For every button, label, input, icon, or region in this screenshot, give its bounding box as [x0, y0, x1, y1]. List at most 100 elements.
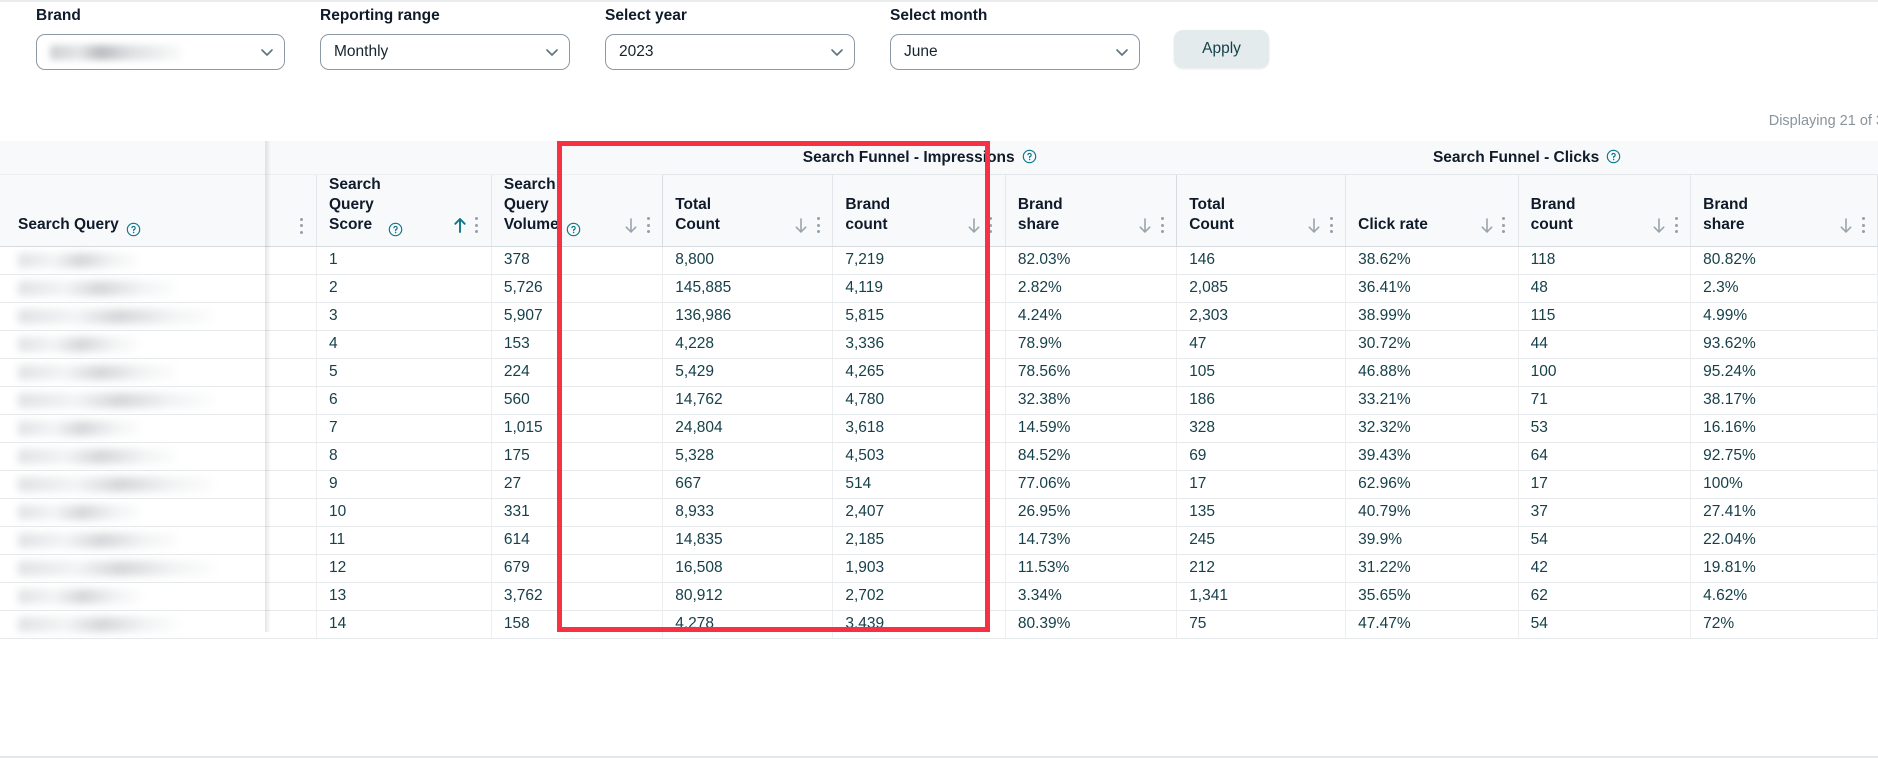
cell-imp-total: 145,885 [662, 274, 834, 303]
info-circle-icon[interactable] [1606, 149, 1621, 164]
cell-clk-total: 105 [1176, 358, 1347, 387]
search-query-value-redacted [18, 532, 178, 548]
column-header-search-query[interactable]: Search Query [0, 174, 317, 247]
arrow-down-icon[interactable] [1479, 217, 1495, 234]
kebab-menu-icon[interactable] [816, 217, 820, 233]
table-group-header-row: Search Funnel - Impressions Search Funnel… [0, 141, 1878, 175]
kebab-menu-icon[interactable] [646, 217, 650, 233]
table-row[interactable]: 3 5,907 136,986 5,815 4.24% 2,303 38.99% 115 4.9… [0, 302, 1878, 331]
column-header-label: Search Query [18, 215, 119, 233]
arrow-down-icon[interactable] [1838, 217, 1854, 234]
arrow-down-icon[interactable] [1306, 217, 1322, 234]
table-row[interactable]: 14 158 4,278 3,439 80.39% 75 47.47% 54 72% [0, 610, 1878, 639]
info-circle-icon[interactable] [388, 222, 403, 237]
cell-clk-brand-count: 53 [1518, 414, 1692, 443]
arrow-down-icon[interactable] [1651, 217, 1667, 234]
table-row[interactable]: 11 614 14,835 2,185 14.73% 245 39.9% 54 22.04% [0, 526, 1878, 555]
column-header-inner: Search Query Volume [503, 175, 650, 237]
column-header-inner: Total Count [675, 195, 820, 235]
kebab-menu-icon[interactable] [475, 217, 479, 233]
table-row[interactable]: 9 27 667 514 77.06% 17 62.96% 17 100% [0, 470, 1878, 499]
info-circle-icon[interactable] [126, 222, 141, 237]
apply-button[interactable]: Apply [1174, 30, 1269, 68]
table-row[interactable]: 1 378 8,800 7,219 82.03% 146 38.62% 118 80.82% [0, 246, 1878, 275]
column-header-click-rate[interactable]: Click rate [1345, 174, 1519, 247]
column-header-inner: Brand count [845, 195, 993, 235]
column-header-sq-score[interactable]: Search Query Score [316, 174, 492, 247]
kebab-menu-icon[interactable] [1861, 217, 1865, 233]
table-row[interactable]: 6 560 14,762 4,780 32.38% 186 33.21% 71 38.17% [0, 386, 1878, 415]
cell-search-query [0, 554, 317, 583]
search-query-value-redacted [18, 504, 141, 520]
cell-click-rate: 47.47% [1345, 610, 1519, 639]
cell-imp-total: 667 [662, 470, 834, 499]
column-header-label: Search Query Volume [503, 175, 559, 233]
table-row[interactable]: 13 3,762 80,912 2,702 3.34% 1,341 35.65% 62 4.62… [0, 582, 1878, 611]
kebab-menu-icon[interactable] [989, 217, 993, 233]
table-group-header-search-funnel-impressions: Search Funnel - Impressions [662, 141, 1177, 175]
column-header-controls [966, 217, 993, 235]
cell-clk-total: 1,341 [1176, 582, 1347, 611]
cell-imp-brand-share: 26.95% [1005, 498, 1178, 527]
table-row[interactable]: 4 153 4,228 3,336 78.9% 47 30.72% 44 93.62% [0, 330, 1878, 359]
cell-sq-volume: 679 [491, 554, 664, 583]
column-header-controls [1479, 217, 1506, 235]
table-row[interactable]: 12 679 16,508 1,903 11.53% 212 31.22% 42 19.81% [0, 554, 1878, 583]
column-header-clk-brand-share[interactable]: Brand share [1690, 174, 1878, 247]
arrow-down-icon[interactable] [623, 217, 639, 234]
cell-clk-total: 135 [1176, 498, 1347, 527]
column-header-sq-volume[interactable]: Search Query Volume [491, 174, 664, 247]
search-query-value-redacted [18, 420, 140, 436]
column-header-imp-brand-count[interactable]: Brand count [832, 174, 1006, 247]
cell-clk-brand-share: 80.82% [1690, 246, 1878, 275]
column-header-clk-brand-count[interactable]: Brand count [1518, 174, 1692, 247]
column-header-label: Brand count [1530, 195, 1576, 233]
table-row[interactable]: 2 5,726 145,885 4,119 2.82% 2,085 36.41% 48 2.3% [0, 274, 1878, 303]
table-group-header-empty [316, 141, 492, 175]
cell-imp-total: 16,508 [662, 554, 834, 583]
kebab-menu-icon[interactable] [1502, 217, 1506, 233]
info-circle-icon[interactable] [566, 222, 581, 237]
cell-search-query [0, 358, 317, 387]
arrow-down-icon[interactable] [966, 217, 982, 234]
column-header-clk-total[interactable]: Total Count [1176, 174, 1347, 247]
cell-imp-total: 8,933 [662, 498, 834, 527]
year-select[interactable]: 2023 [605, 34, 855, 70]
table-row[interactable]: 8 175 5,328 4,503 84.52% 69 39.43% 64 92.75% [0, 442, 1878, 471]
arrow-down-icon[interactable] [1137, 217, 1153, 234]
cell-click-rate: 33.21% [1345, 386, 1519, 415]
cell-sq-score: 7 [316, 414, 492, 443]
info-circle-icon[interactable] [1022, 149, 1037, 164]
cell-sq-volume: 158 [491, 610, 664, 639]
results-table-container[interactable]: Search Funnel - Impressions Search Funnel… [0, 141, 1878, 758]
cell-imp-brand-share: 32.38% [1005, 386, 1178, 415]
table-row[interactable]: 7 1,015 24,804 3,618 14.59% 328 32.32% 53 16.16% [0, 414, 1878, 443]
table-row[interactable]: 5 224 5,429 4,265 78.56% 105 46.88% 100 95.24% [0, 358, 1878, 387]
cell-imp-brand-count: 514 [832, 470, 1006, 499]
reporting-range-select[interactable]: Monthly [320, 34, 570, 70]
brand-select[interactable] [36, 34, 285, 70]
arrow-down-icon[interactable] [793, 217, 809, 234]
cell-imp-brand-share: 78.56% [1005, 358, 1178, 387]
cell-imp-brand-count: 3,336 [832, 330, 1006, 359]
search-query-value-redacted [18, 364, 176, 380]
column-header-imp-brand-share[interactable]: Brand share [1005, 174, 1178, 247]
table-row[interactable]: 10 331 8,933 2,407 26.95% 135 40.79% 37 27.41% [0, 498, 1878, 527]
column-header-inner: Brand count [1531, 195, 1679, 235]
cell-imp-brand-count: 1,903 [832, 554, 1006, 583]
cell-clk-brand-count: 42 [1518, 554, 1692, 583]
cell-clk-total: 245 [1176, 526, 1347, 555]
kebab-menu-icon[interactable] [300, 217, 304, 234]
kebab-menu-icon[interactable] [1674, 217, 1678, 233]
column-header-imp-total[interactable]: Total Count [662, 174, 834, 247]
cell-search-query [0, 414, 317, 443]
kebab-menu-icon[interactable] [1160, 217, 1164, 233]
month-select[interactable]: June [890, 34, 1140, 70]
arrow-up-icon[interactable] [452, 217, 468, 234]
cell-sq-score: 10 [316, 498, 492, 527]
month-label: Select month [890, 7, 988, 24]
cell-clk-brand-count: 115 [1518, 302, 1692, 331]
kebab-menu-icon[interactable] [1329, 217, 1333, 233]
cell-imp-total: 24,804 [662, 414, 834, 443]
group-header-label: Search Funnel - Clicks [1432, 149, 1600, 167]
